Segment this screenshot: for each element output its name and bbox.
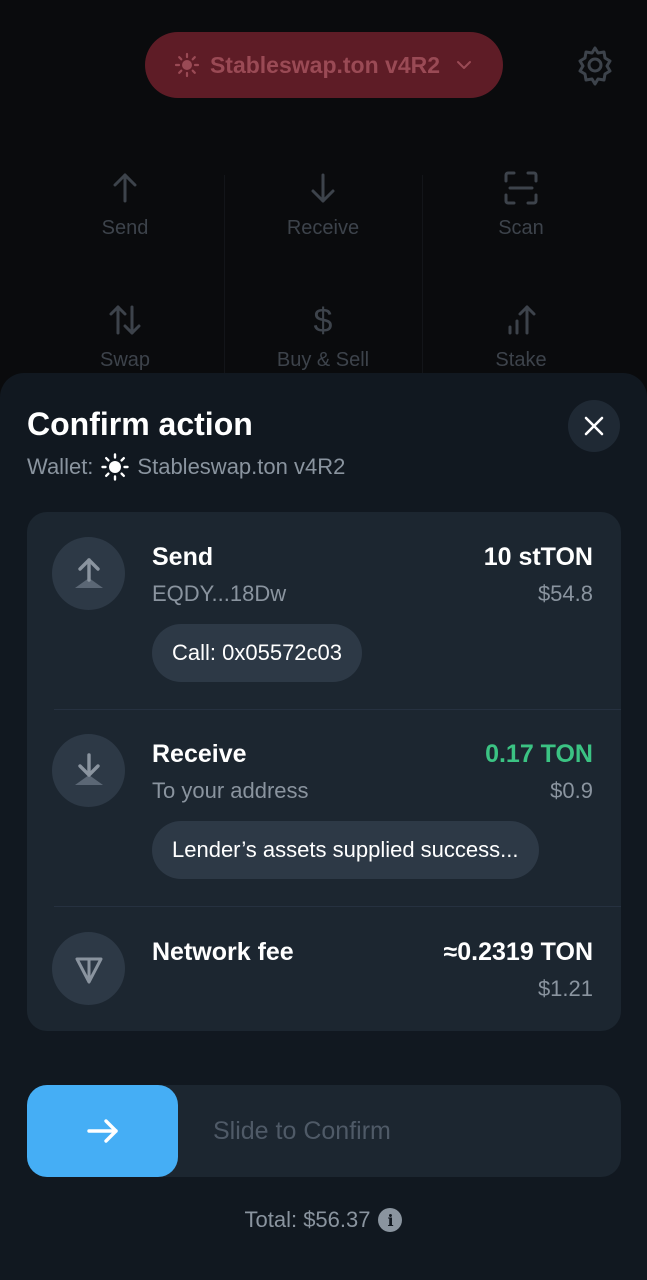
action-receive[interactable]: Receive [224, 155, 422, 275]
action-swap-label: Swap [99, 349, 151, 371]
receive-subtitle: To your address [152, 778, 309, 803]
confirm-action-sheet: Confirm action Wallet: Stableswap.ton v4… [0, 373, 647, 1280]
stake-icon [508, 305, 536, 335]
network-fee-fiat: $1.21 [537, 976, 593, 1001]
network-fee-icon [52, 932, 125, 1005]
chevron-down-icon [457, 61, 472, 69]
sun-icon [174, 52, 200, 78]
send-fiat: $54.8 [537, 581, 593, 606]
total-line: Total: $56.37 i [0, 1207, 647, 1233]
close-button[interactable] [568, 400, 620, 452]
wallet-name: Stableswap.ton v4R2 [137, 454, 346, 479]
action-send[interactable]: Send [26, 155, 224, 275]
info-icon[interactable]: i [378, 1208, 403, 1232]
receive-fiat: $0.9 [550, 778, 593, 803]
slider-label: Slide to Confirm [213, 1116, 391, 1145]
wallet-prefix: Wallet: [27, 454, 94, 479]
send-row-icon [52, 537, 125, 610]
arrow-right-icon [86, 1119, 118, 1143]
send-row: Send EQDY...18Dw 10 stTON $54.8 Call: 0x… [27, 512, 621, 709]
network-fee-amount: ≈0.2319 TON [443, 938, 593, 966]
sheet-title: Confirm action [27, 406, 253, 442]
receive-row-icon [52, 734, 125, 807]
transaction-card: Send EQDY...18Dw 10 stTON $54.8 Call: 0x… [27, 512, 621, 1031]
action-receive-label: Receive [286, 217, 360, 239]
quick-actions: Send Receive Scan Swap $ Buy & Sell Stak… [26, 155, 621, 385]
svg-text:$: $ [314, 302, 333, 339]
ton-logo-icon [75, 957, 102, 983]
receive-arrow-icon [74, 752, 103, 785]
send-arrow-icon [74, 557, 103, 588]
receive-title: Receive [152, 740, 247, 768]
action-scan-label: Scan [498, 217, 544, 239]
arrow-up-icon [113, 173, 137, 203]
action-buy-sell-label: Buy & Sell [276, 349, 370, 371]
gear-icon[interactable] [574, 44, 616, 86]
swap-icon [109, 305, 141, 335]
scan-icon [504, 171, 538, 205]
wallet-line: Wallet: Stableswap.ton v4R2 [27, 453, 345, 481]
receive-amount: 0.17 TON [485, 740, 593, 768]
wallet-selector-label: Stableswap.ton v4R2 [209, 51, 441, 78]
network-fee-title: Network fee [152, 938, 294, 966]
receive-comment-chip: Lender’s assets supplied success... [152, 821, 539, 879]
send-title: Send [152, 543, 214, 571]
action-stake-label: Stake [495, 349, 547, 371]
wallet-selector[interactable]: Stableswap.ton v4R2 [145, 32, 503, 98]
receive-row: Receive To your address 0.17 TON $0.9 Le… [27, 709, 621, 906]
action-send-label: Send [101, 217, 149, 239]
dollar-icon: $ [314, 302, 333, 339]
send-call-chip: Call: 0x05572c03 [152, 624, 363, 682]
close-icon [584, 416, 604, 436]
slide-to-confirm[interactable]: Slide to Confirm [27, 1085, 621, 1177]
action-scan[interactable]: Scan [422, 155, 620, 275]
slider-handle[interactable] [27, 1085, 178, 1177]
sun-icon [101, 453, 130, 481]
arrow-down-icon [311, 173, 335, 203]
network-fee-row: Network fee ≈0.2319 TON $1.21 [27, 906, 621, 1031]
wallet-home-background: Stableswap.ton v4R2 Send Receive Scan Sw… [0, 0, 647, 400]
send-address: EQDY...18Dw [152, 581, 287, 606]
total-amount: Total: $56.37 [244, 1207, 371, 1232]
send-amount: 10 stTON [483, 543, 593, 571]
